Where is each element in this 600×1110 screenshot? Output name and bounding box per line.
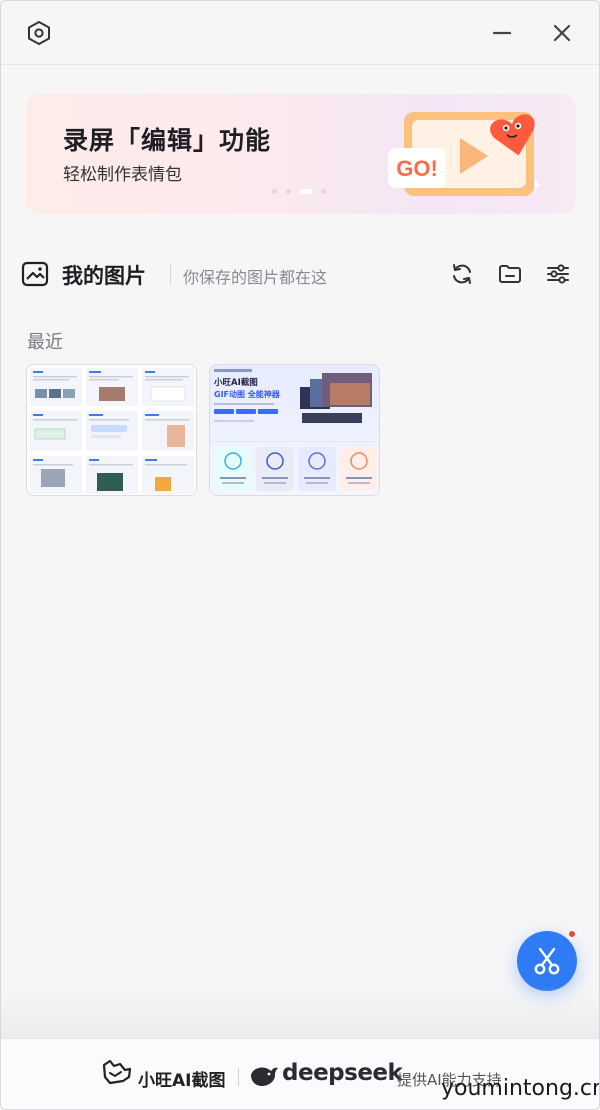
image-thumbnail[interactable]: 小旺AI截图 GIF动图 全能神器 [209,364,380,496]
thumbnail-preview-product: 小旺AI截图 GIF动图 全能神器 [210,365,379,495]
divider [170,263,171,285]
refresh-button[interactable] [447,260,477,288]
thumbnail-preview-docs [27,365,196,495]
app-window: 录屏「编辑」功能 轻松制作表情包 GO! 我的图片 你保存的图片都在这 最近 小… [0,0,600,1110]
settings-button[interactable] [23,17,55,49]
filter-sliders-icon [547,264,569,284]
section-subtitle: 你保存的图片都在这 [183,268,328,287]
footer: 小旺AI截图 deepseek 提供AI能力支持 youmintong.cn [1,1038,600,1109]
footer-fade [1,986,599,1038]
thumb2-title-line2: GIF动图 全能神器 [214,389,281,399]
carousel-dot-active[interactable] [300,189,312,194]
open-folder-button[interactable] [495,260,525,288]
deepseek-whale-icon [251,1067,278,1086]
image-thumbnail[interactable] [26,364,197,496]
carousel-dot[interactable] [272,189,277,194]
close-icon [553,24,571,42]
footer-brand: 小旺AI截图 [138,1071,226,1091]
minimize-icon [492,31,512,35]
recent-label: 最近 [27,332,63,353]
carousel-dot[interactable] [286,189,291,194]
banner-subtitle: 轻松制作表情包 [63,165,182,185]
close-button[interactable] [546,17,578,49]
section-title: 我的图片 [62,264,146,288]
folder-icon [499,265,521,283]
thumb2-title-line1: 小旺AI截图 [213,377,258,388]
refresh-icon [453,264,471,284]
settings-hexagon-icon [28,21,50,45]
my-images-header: 我的图片 你保存的图片都在这 [21,256,581,292]
minimize-button[interactable] [486,17,518,49]
image-icon [21,261,49,287]
video-play-illustration: GO! [388,112,542,196]
footer-deepseek: deepseek [282,1060,403,1086]
xiaowang-logo-icon [102,1059,132,1085]
carousel-indicators [272,189,326,194]
filter-settings-button[interactable] [543,260,573,288]
banner-title: 录屏「编辑」功能 [63,126,272,155]
notification-dot [567,929,577,939]
promo-banner[interactable]: 录屏「编辑」功能 轻松制作表情包 GO! [26,94,576,214]
scissors-icon [534,947,560,975]
banner-go-text: GO! [396,156,438,181]
title-bar [1,1,599,65]
footer-divider [238,1068,239,1086]
screenshot-fab-button[interactable] [517,931,577,991]
carousel-dot[interactable] [321,189,326,194]
watermark-text: youmintong.cn [441,1076,600,1101]
